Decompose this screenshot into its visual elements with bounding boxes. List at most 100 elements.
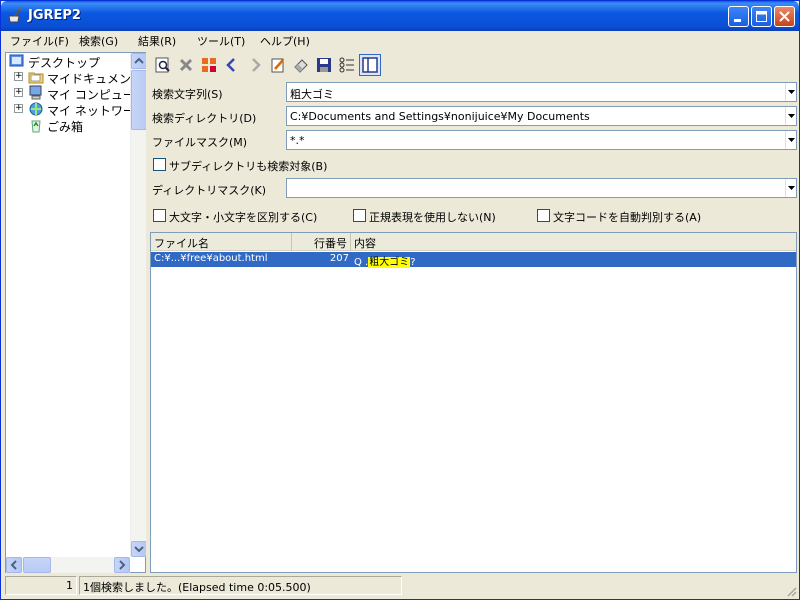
column-header-line[interactable]: 行番号	[292, 233, 351, 251]
menu-results[interactable]: 結果(R)	[138, 33, 176, 49]
computer-icon	[29, 85, 42, 100]
chevron-down-icon	[134, 546, 144, 553]
case-sensitive-checkbox[interactable]	[153, 209, 166, 222]
no-regex-label[interactable]: 正規表現を使用しない(N)	[369, 209, 496, 225]
eraser-icon	[294, 59, 308, 73]
panel-icon	[362, 57, 378, 73]
eraser-button[interactable]	[290, 54, 312, 76]
window-title: JGREP2	[28, 8, 81, 23]
app-icon	[8, 7, 22, 23]
file-mask-value: *.*	[290, 134, 305, 147]
previous-button[interactable]	[221, 54, 243, 76]
close-button[interactable]	[774, 6, 795, 27]
grid-icon	[202, 58, 216, 72]
scroll-thumb[interactable]	[23, 557, 51, 573]
resize-grip-icon[interactable]	[785, 585, 797, 597]
result-row[interactable]: C:¥...¥free¥about.html 207 Q .粗大ゴミ?	[151, 252, 796, 268]
result-line: 207	[329, 253, 349, 264]
search-text-value: 粗大ゴミ	[290, 88, 334, 101]
minimize-icon	[734, 19, 741, 22]
stop-icon	[179, 58, 193, 72]
scroll-down-button[interactable]	[131, 541, 147, 557]
chevron-down-icon	[788, 90, 795, 94]
status-bar: 1 1個検索しました。(Elapsed time 0:05.500)	[1, 575, 799, 599]
search-text-combo[interactable]: 粗大ゴミ	[286, 82, 797, 102]
save-icon	[317, 58, 331, 72]
content-match: 粗大ゴミ	[368, 257, 411, 268]
result-file: C:¥...¥free¥about.html	[154, 253, 268, 264]
search-directory-value: C:¥Documents and Settings¥nonijuice¥My D…	[290, 110, 590, 123]
subdirectory-checkbox[interactable]	[153, 158, 166, 171]
column-header-file[interactable]: ファイル名	[151, 233, 292, 251]
expand-icon[interactable]: +	[14, 88, 23, 97]
maximize-button[interactable]	[751, 6, 772, 27]
title-bar[interactable]: JGREP2	[1, 1, 799, 31]
panel-toggle-button[interactable]	[359, 54, 381, 76]
search-directory-combo[interactable]: C:¥Documents and Settings¥nonijuice¥My D…	[286, 106, 797, 126]
menu-file[interactable]: ファイル(F)	[10, 33, 69, 49]
status-message: 1個検索しました。(Elapsed time 0:05.500)	[79, 576, 402, 595]
scroll-up-button[interactable]	[131, 53, 147, 69]
auto-encoding-label[interactable]: 文字コードを自動判別する(A)	[553, 209, 701, 225]
menu-search[interactable]: 検索(G)	[79, 33, 118, 49]
menu-bar: ファイル(F) 検索(G) 結果(R) ツール(T) ヘルプ(H)	[1, 31, 799, 50]
next-button[interactable]	[244, 54, 266, 76]
search-button[interactable]	[152, 54, 174, 76]
edit-button[interactable]	[267, 54, 289, 76]
grid-button[interactable]	[198, 54, 220, 76]
subdirectory-label[interactable]: サブディレクトリも検索対象(B)	[169, 158, 327, 174]
dropdown-button[interactable]	[785, 107, 796, 125]
no-regex-checkbox[interactable]	[353, 209, 366, 222]
maximize-icon	[756, 11, 767, 22]
column-header-content[interactable]: 内容	[351, 233, 796, 251]
scroll-right-button[interactable]	[114, 557, 130, 573]
expand-icon[interactable]: +	[14, 72, 23, 81]
network-icon	[29, 102, 43, 116]
dropdown-button[interactable]	[785, 179, 796, 197]
chevron-up-icon	[134, 57, 144, 64]
content-prefix: Q .	[354, 257, 369, 268]
results-list[interactable]: ファイル名 行番号 内容 C:¥...¥free¥about.html 207 …	[150, 232, 797, 573]
tree-vertical-scrollbar[interactable]	[130, 53, 147, 557]
chevron-down-icon	[788, 186, 795, 190]
scroll-left-button[interactable]	[6, 557, 22, 573]
dropdown-button[interactable]	[785, 131, 796, 149]
menu-tools[interactable]: ツール(T)	[197, 33, 245, 49]
save-button[interactable]	[313, 54, 335, 76]
folder-icon	[28, 72, 44, 84]
auto-encoding-checkbox[interactable]	[537, 209, 550, 222]
close-icon	[779, 11, 790, 22]
toolbar	[150, 52, 799, 78]
result-content: Q .粗大ゴミ?	[354, 253, 416, 268]
stop-button[interactable]	[175, 54, 197, 76]
main-window: JGREP2 ファイル(F) 検索(G) 結果(R) ツール(T) ヘルプ(H)…	[0, 0, 800, 600]
content-suffix: ?	[410, 257, 416, 268]
directory-mask-label: ディレクトリマスク(K)	[152, 184, 267, 197]
chevron-down-icon	[788, 114, 795, 118]
scroll-thumb[interactable]	[131, 70, 147, 130]
folder-tree[interactable]: デスクトップ + マイドキュメント + マイ コンピュータ + マイ ネットワー…	[5, 52, 147, 573]
list-icon	[339, 57, 354, 73]
search-directory-label: 検索ディレクトリ(D)	[152, 112, 257, 125]
status-count: 1	[5, 576, 77, 595]
expand-icon[interactable]: +	[14, 104, 23, 113]
case-sensitive-label[interactable]: 大文字・小文字を区別する(C)	[169, 209, 317, 225]
minimize-button[interactable]	[728, 6, 749, 27]
file-mask-combo[interactable]: *.*	[286, 130, 797, 150]
next-icon	[252, 58, 261, 72]
dropdown-button[interactable]	[785, 83, 796, 101]
desktop-icon	[9, 54, 24, 67]
search-text-label: 検索文字列(S)	[152, 88, 223, 101]
tree-horizontal-scrollbar[interactable]	[6, 557, 130, 573]
menu-help[interactable]: ヘルプ(H)	[260, 33, 310, 49]
tree-label: ごみ箱	[47, 120, 84, 134]
list-button[interactable]	[336, 54, 358, 76]
directory-mask-combo[interactable]	[286, 178, 797, 198]
recycle-bin-icon	[31, 120, 41, 133]
results-header: ファイル名 行番号 内容	[151, 233, 796, 251]
chevron-down-icon	[788, 138, 795, 142]
file-mask-label: ファイルマスク(M)	[152, 136, 248, 149]
chevron-left-icon	[10, 560, 17, 570]
prev-icon	[226, 58, 235, 72]
search-icon	[155, 57, 170, 73]
